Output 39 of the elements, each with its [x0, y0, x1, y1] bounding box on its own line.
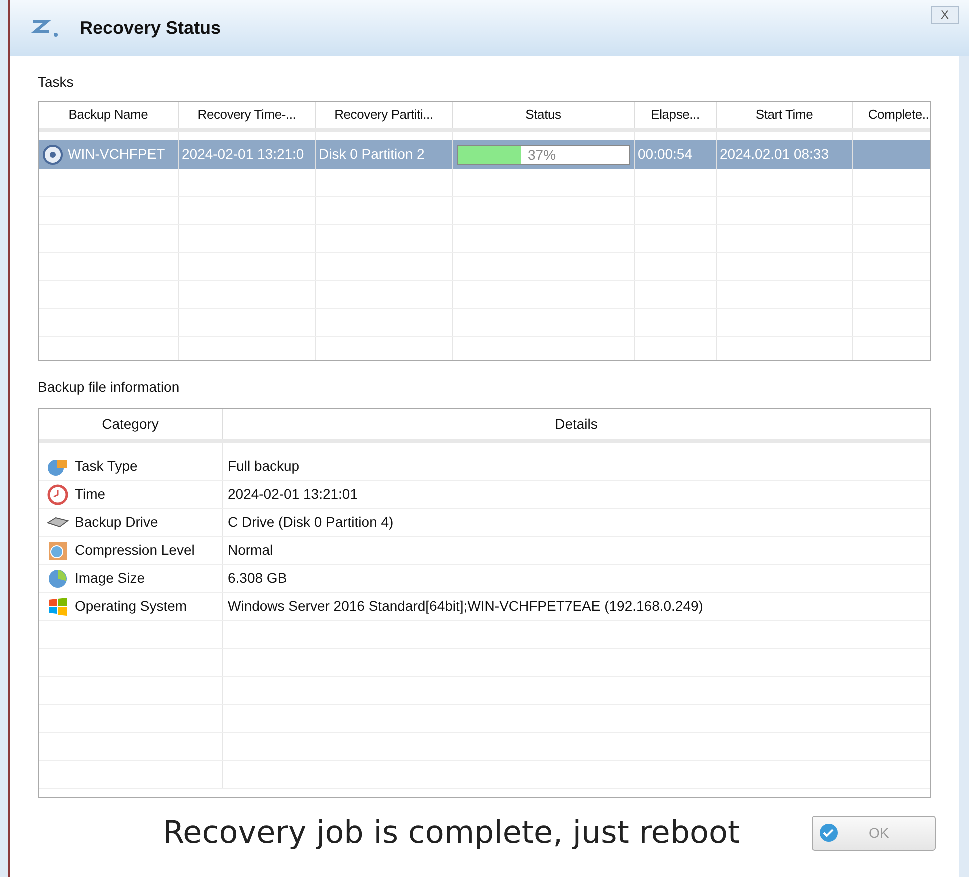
- table-cell-text: 2024-02-01 13:21:0: [182, 145, 304, 164]
- table-cell-text: Task Type: [75, 457, 138, 476]
- window-title: Recovery Status: [80, 16, 222, 40]
- disc-icon: [42, 144, 64, 166]
- column-header[interactable]: Recovery Time-...: [179, 102, 316, 128]
- table-cell-text: 2024.02.01 08:33: [720, 145, 829, 164]
- column-header[interactable]: Recovery Partiti...: [316, 102, 453, 128]
- column-header[interactable]: Elapse...: [635, 102, 717, 128]
- progress-text: 37%: [528, 146, 556, 164]
- column-header[interactable]: Backup Name: [39, 102, 179, 128]
- column-header[interactable]: Details: [223, 409, 930, 439]
- drive-icon: [47, 516, 69, 528]
- clock-icon: [47, 484, 69, 506]
- table-cell-text: Windows Server 2016 Standard[64bit];WIN-VCHFPET7EAE (192.168.0.249): [228, 597, 704, 616]
- table-cell-text: Backup Drive: [75, 513, 158, 532]
- table-cell-text: Disk 0 Partition 2: [319, 145, 425, 164]
- table-cell-text: Full backup: [228, 457, 300, 476]
- table-cell-text: C Drive (Disk 0 Partition 4): [228, 513, 394, 532]
- table-cell-text: Normal: [228, 541, 274, 560]
- table-cell-text: 00:00:54: [638, 145, 692, 164]
- checkmark-icon: [819, 823, 839, 844]
- column-header[interactable]: Status: [453, 102, 635, 128]
- pie-disc-icon: [47, 568, 69, 590]
- table-cell-text: WIN-VCHFPET: [68, 145, 166, 164]
- table-cell-text: 6.308 GB: [228, 569, 288, 588]
- section-label: Tasks: [38, 73, 75, 92]
- close-button[interactable]: X: [931, 6, 959, 24]
- section-label: Backup file information: [38, 378, 181, 397]
- column-header[interactable]: Complete...: [853, 102, 930, 128]
- column-header[interactable]: Category: [39, 409, 223, 439]
- windows-flag-icon: [48, 598, 68, 616]
- task-row[interactable]: WIN-VCHFPET 2024-02-01 13:21:0 Disk 0 Partition 2 37% 00:00:54 2024.02.01 08:33: [39, 140, 930, 169]
- table-cell-text: Time: [75, 485, 106, 504]
- table-cell-text: Compression Level: [75, 541, 195, 560]
- table-cell-text: 2024-02-01 13:21:01: [228, 485, 358, 504]
- table-cell-text: Operating System: [75, 597, 188, 616]
- table-cell-text: Image Size: [75, 569, 146, 588]
- column-header[interactable]: Start Time: [717, 102, 853, 128]
- status-message: Recovery job is complete, just reboot: [163, 814, 740, 853]
